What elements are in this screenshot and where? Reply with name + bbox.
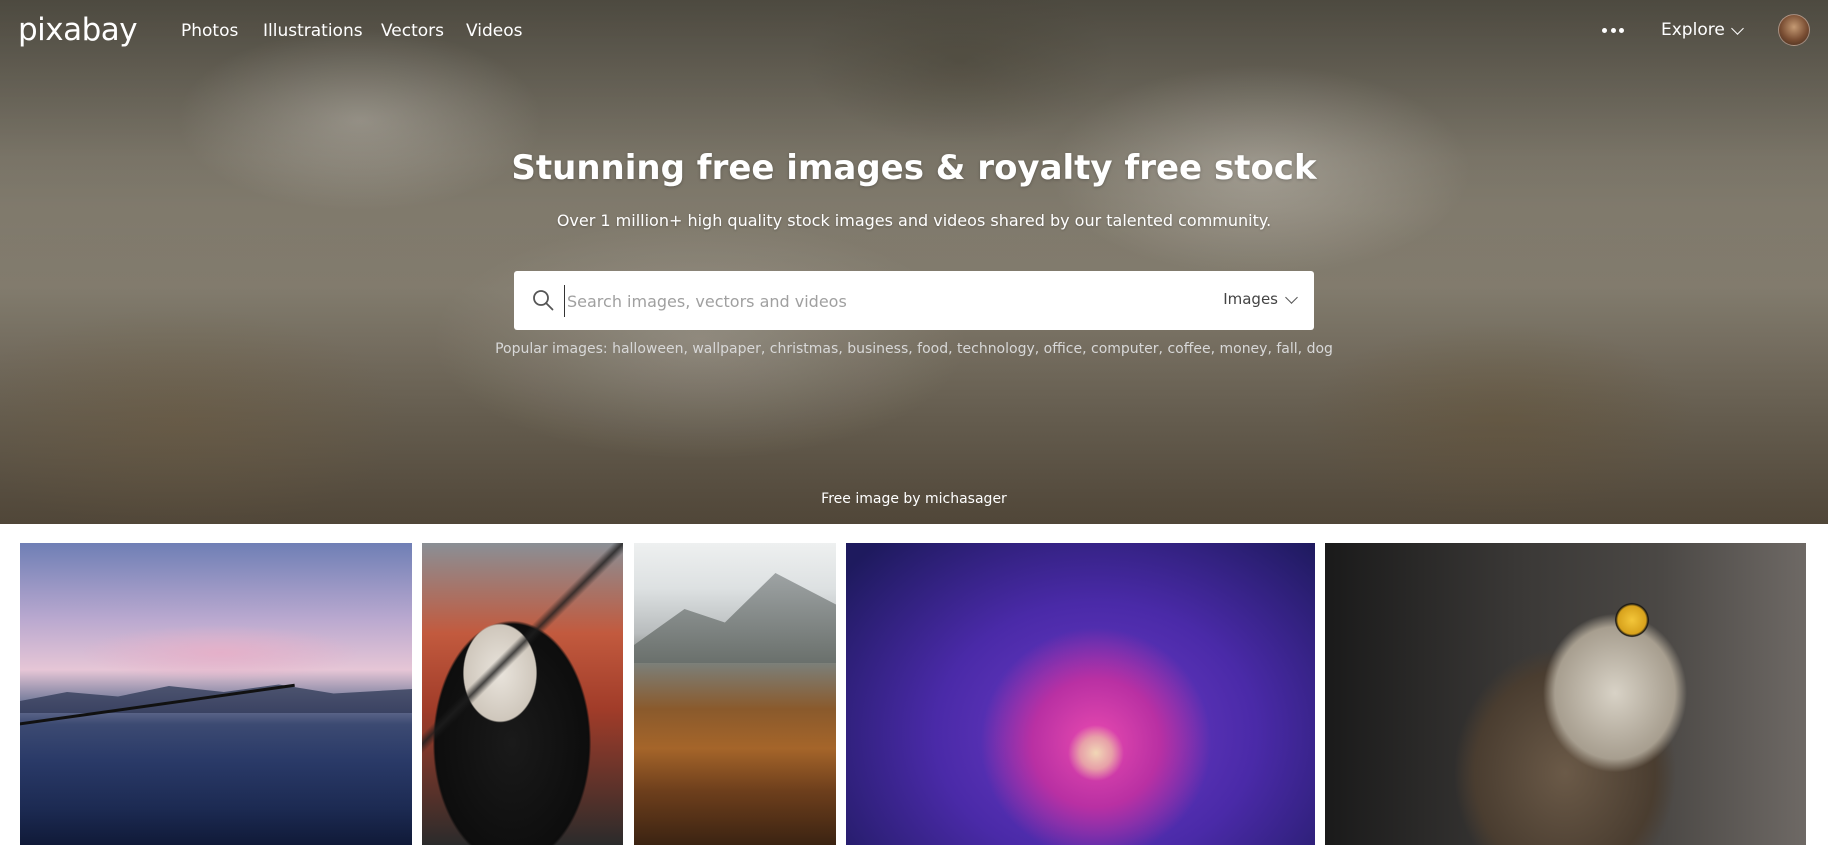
popular-tag-food[interactable]: food	[917, 341, 948, 357]
chevron-down-icon	[1730, 21, 1744, 35]
gallery-image-masked-person[interactable]	[422, 543, 623, 845]
explore-label: Explore	[1661, 20, 1725, 40]
pixabay-logo[interactable]: pixabay	[18, 12, 138, 48]
popular-label: Popular images:	[495, 341, 608, 357]
chevron-down-icon	[1285, 290, 1298, 304]
page-subtitle: Over 1 million+ high quality stock image…	[556, 211, 1272, 230]
nav-link-photos[interactable]: Photos	[181, 21, 238, 41]
avatar[interactable]	[1778, 14, 1810, 46]
gallery-image-autumn-mountain[interactable]	[634, 543, 836, 845]
hero-banner: pixabay Photos Illustrations Vectors Vid…	[0, 0, 1828, 524]
gallery-image-flower[interactable]	[846, 543, 1315, 845]
popular-tag-money[interactable]: money	[1219, 341, 1267, 357]
gallery-image-owl[interactable]	[1325, 543, 1806, 845]
search-bar: Images	[514, 271, 1314, 330]
more-dots-icon[interactable]	[1602, 28, 1624, 34]
search-icon[interactable]	[532, 289, 554, 311]
hero-overlay	[0, 0, 1828, 524]
nav-link-illustrations[interactable]: Illustrations	[263, 21, 363, 41]
gallery-image-lake-sunset[interactable]	[20, 543, 412, 845]
explore-menu[interactable]: Explore	[1661, 20, 1744, 40]
media-type-selected: Images	[1223, 290, 1278, 308]
search-input[interactable]	[564, 285, 1204, 317]
popular-tag-fall[interactable]: fall	[1276, 341, 1297, 357]
popular-tag-dog[interactable]: dog	[1307, 341, 1333, 357]
popular-searches: Popular images: halloween, wallpaper, ch…	[0, 341, 1828, 357]
popular-tag-wallpaper[interactable]: wallpaper	[692, 341, 761, 357]
popular-tag-technology[interactable]: technology	[957, 341, 1035, 357]
image-credit[interactable]: Free image by michasager	[0, 491, 1828, 507]
page-title: Stunning free images & royalty free stoc…	[511, 148, 1317, 188]
popular-tag-coffee[interactable]: coffee	[1167, 341, 1210, 357]
popular-tag-christmas[interactable]: christmas	[770, 341, 839, 357]
popular-tag-office[interactable]: office	[1044, 341, 1082, 357]
popular-tag-computer[interactable]: computer	[1091, 341, 1159, 357]
nav-link-vectors[interactable]: Vectors	[381, 21, 444, 41]
popular-tag-business[interactable]: business	[847, 341, 908, 357]
popular-tag-halloween[interactable]: halloween	[612, 341, 683, 357]
tile-peak	[634, 573, 836, 663]
popular-tags: halloween, wallpaper, christmas, busines…	[612, 341, 1333, 357]
nav-link-videos[interactable]: Videos	[466, 21, 523, 41]
media-type-dropdown[interactable]: Images	[1223, 290, 1298, 308]
top-navigation: pixabay Photos Illustrations Vectors Vid…	[0, 0, 1828, 64]
